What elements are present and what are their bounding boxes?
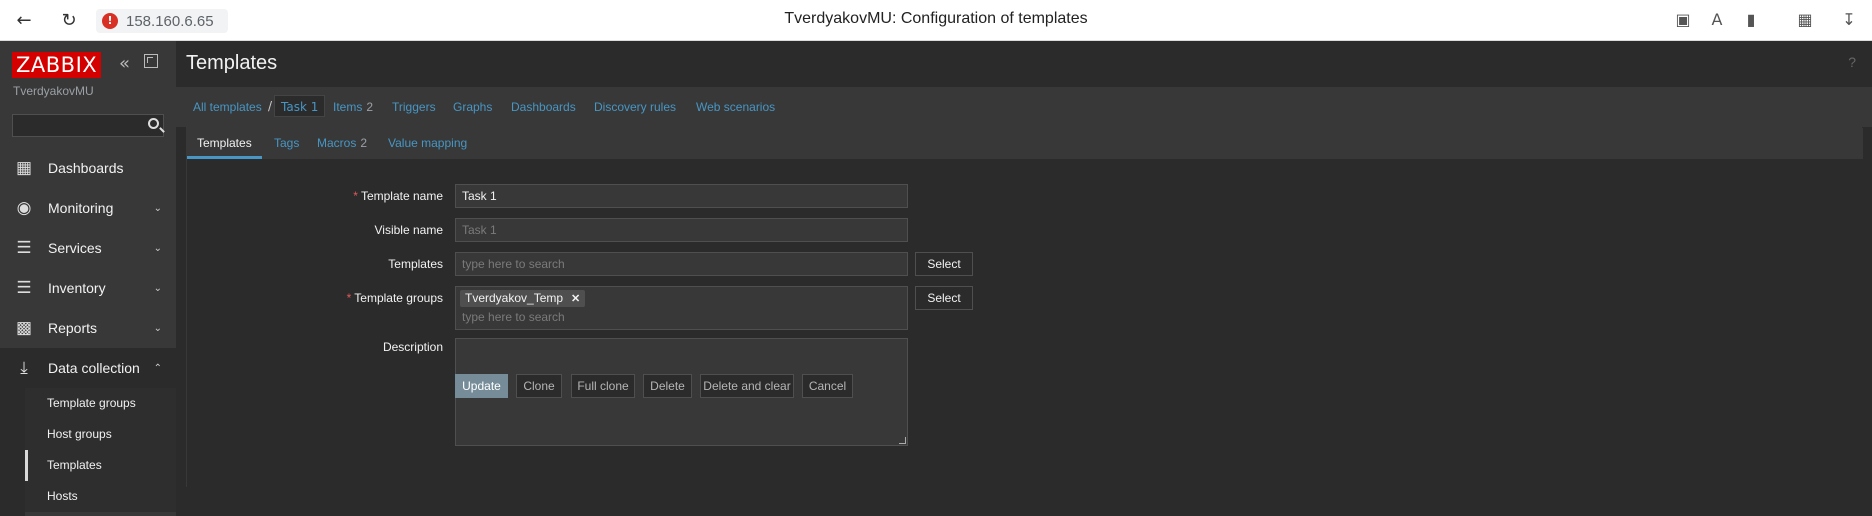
- menu-label: Reports: [48, 320, 98, 336]
- menu-label: Dashboards: [48, 160, 124, 176]
- delete-and-clear-button[interactable]: Delete and clear: [700, 374, 794, 398]
- tab-value-mapping[interactable]: Value mapping: [388, 136, 467, 150]
- menu-label: Inventory: [48, 280, 106, 296]
- nav-current-template[interactable]: Task 1: [274, 95, 326, 117]
- nav-all-templates[interactable]: All templates: [193, 100, 262, 114]
- menu-services[interactable]: ☰ Services ⌄: [0, 228, 176, 268]
- templates-select-button[interactable]: Select: [915, 252, 973, 276]
- menu-label: Data collection: [48, 360, 140, 376]
- submenu-hosts[interactable]: Hosts: [25, 481, 176, 512]
- description-label: Description: [382, 340, 443, 354]
- menu-data-collection[interactable]: ⤓ Data collection ⌃: [0, 348, 176, 388]
- visible-name-input[interactable]: Task 1: [455, 218, 908, 242]
- menu-label: Services: [48, 240, 102, 256]
- template-groups-label-text: Template groups: [354, 291, 443, 305]
- services-icon: ☰: [16, 238, 32, 257]
- dashboard-icon: ▦: [15, 158, 33, 177]
- download-icon[interactable]: ↧: [1838, 10, 1860, 29]
- tab-macros[interactable]: Macros 2: [317, 136, 367, 150]
- nav-triggers[interactable]: Triggers: [392, 100, 436, 114]
- template-form: Templates Tags Macros 2 Value mapping * Te…: [186, 127, 1863, 488]
- nav-items-label: Items: [333, 100, 363, 114]
- chevron-down-icon: ⌄: [153, 242, 162, 254]
- resize-handle-icon[interactable]: [899, 437, 906, 444]
- remove-chip-icon[interactable]: ✕: [571, 293, 580, 305]
- sidebar: ZABBIX « TverdyakovMU ▦ Dashboards ◉ Mon…: [0, 41, 176, 516]
- template-name-label: * Template name: [243, 189, 443, 203]
- chevron-down-icon: ⌄: [153, 202, 162, 214]
- report-icon: ▩: [15, 318, 33, 337]
- submenu-template-groups[interactable]: Template groups: [25, 388, 176, 419]
- update-button[interactable]: Update: [455, 374, 508, 398]
- collections-icon[interactable]: ▦: [1794, 10, 1816, 29]
- list-icon: ☰: [16, 278, 32, 297]
- window-title: TverdyakovMU: Configuration of templates: [784, 10, 1088, 27]
- main-content: Templates ? All templates / Task 1 Items…: [176, 41, 1872, 516]
- sidebar-search-input[interactable]: [12, 114, 164, 137]
- submenu-host-groups[interactable]: Host groups: [25, 419, 176, 450]
- nav-web-scenarios[interactable]: Web scenarios: [696, 100, 775, 114]
- menu-reports[interactable]: ▩ Reports ⌄: [0, 308, 176, 348]
- template-groups-label: * Template groups: [243, 291, 443, 305]
- zabbix-logo[interactable]: ZABBIX: [12, 52, 102, 78]
- required-mark: *: [353, 189, 358, 203]
- eye-icon: ◉: [16, 198, 32, 217]
- menu-label: Monitoring: [48, 200, 114, 216]
- kiosk-mode-icon[interactable]: [144, 54, 158, 68]
- help-icon[interactable]: ?: [1848, 54, 1856, 70]
- tab-macros-count: 2: [360, 136, 368, 150]
- read-aloud-icon[interactable]: A: [1706, 10, 1728, 29]
- nav-items-count: 2: [366, 100, 374, 114]
- form-body: * Template name Task 1 Visible name Task …: [187, 159, 1863, 488]
- breadcrumb-separator: /: [268, 99, 273, 113]
- menu-inventory[interactable]: ☰ Inventory ⌄: [0, 268, 176, 308]
- nav-items[interactable]: Items 2: [333, 100, 373, 114]
- tab-macros-label: Macros: [317, 136, 357, 150]
- tab-tags[interactable]: Tags: [274, 136, 299, 150]
- nav-graphs[interactable]: Graphs: [453, 100, 492, 114]
- page-title: Templates: [186, 52, 278, 74]
- translate-icon[interactable]: ▣: [1672, 10, 1694, 29]
- nav-dashboards[interactable]: Dashboards: [511, 100, 576, 114]
- submenu-gutter: [0, 388, 25, 516]
- tab-templates[interactable]: Templates: [197, 136, 252, 150]
- download-icon: ⤓: [20, 358, 28, 377]
- sidebar-username: TverdyakovMU: [13, 84, 94, 98]
- template-navigation: All templates / Task 1 Items 2 Triggers G…: [176, 87, 1872, 127]
- visible-name-label: Visible name: [374, 223, 443, 237]
- template-groups-multiselect[interactable]: Tverdyakov_Temp ✕ type here to search: [455, 286, 908, 330]
- submenu-templates[interactable]: Templates: [25, 450, 176, 481]
- chevron-up-icon: ⌃: [153, 362, 162, 374]
- bookmark-icon[interactable]: ▮: [1740, 10, 1762, 29]
- template-groups-search-input[interactable]: type here to search: [462, 310, 565, 324]
- nav-discovery-rules[interactable]: Discovery rules: [594, 100, 676, 114]
- menu-dashboards[interactable]: ▦ Dashboards: [0, 148, 176, 188]
- chip-label: Tverdyakov_Temp: [465, 291, 564, 305]
- full-clone-button[interactable]: Full clone: [571, 374, 635, 398]
- chevron-down-icon: ⌄: [153, 322, 162, 334]
- search-icon[interactable]: [148, 118, 159, 129]
- form-tabs: Templates Tags Macros 2 Value mapping: [187, 128, 1863, 159]
- templates-search-input[interactable]: type here to search: [455, 252, 908, 276]
- cancel-button[interactable]: Cancel: [802, 374, 853, 398]
- template-group-chip: Tverdyakov_Temp ✕: [460, 290, 586, 307]
- collapse-sidebar-icon[interactable]: «: [119, 53, 130, 74]
- template-name-input[interactable]: Task 1: [455, 184, 908, 208]
- browser-toolbar: ← ↻ ! 158.160.6.65 TverdyakovMU: Configu…: [0, 0, 1872, 41]
- template-groups-select-button[interactable]: Select: [915, 286, 973, 310]
- delete-button[interactable]: Delete: [643, 374, 692, 398]
- template-name-label-text: Template name: [360, 189, 443, 203]
- templates-label: Templates: [388, 257, 443, 271]
- clone-button[interactable]: Clone: [516, 374, 562, 398]
- chevron-down-icon: ⌄: [153, 282, 162, 294]
- menu-monitoring[interactable]: ◉ Monitoring ⌄: [0, 188, 176, 228]
- required-mark: *: [346, 291, 352, 305]
